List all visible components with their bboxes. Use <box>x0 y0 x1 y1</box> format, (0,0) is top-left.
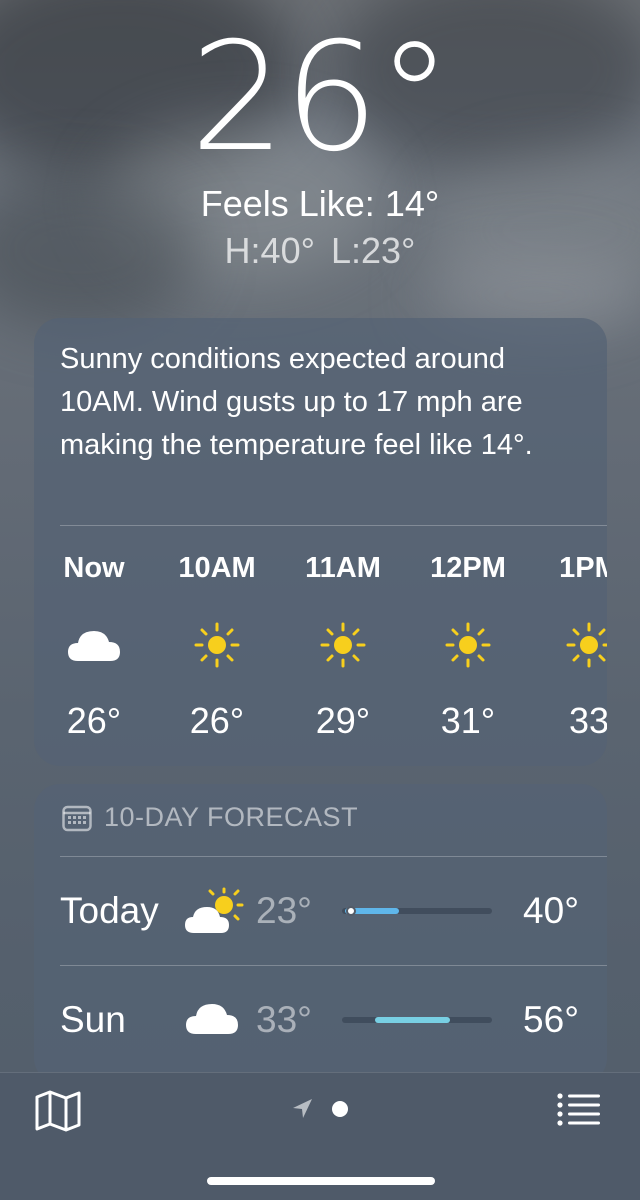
ten-day-forecast-card[interactable]: 10-DAY FORECAST Today 23° 40° Sun 33° 56… <box>34 784 607 1084</box>
hour-temp: 26° <box>66 700 122 741</box>
hour-item-12pm: 12PM 31° <box>413 550 523 742</box>
conditions-summary: Sunny conditions expected around 10AM. W… <box>60 338 595 467</box>
cloud-icon <box>39 620 149 670</box>
temperature-range-bar <box>342 1017 492 1023</box>
temperature-range-bar <box>342 906 492 916</box>
hour-label: 10AM <box>178 552 256 584</box>
home-indicator[interactable] <box>207 1177 435 1185</box>
hour-item-now: Now 26° <box>39 550 149 742</box>
location-page-indicator[interactable] <box>290 1097 360 1123</box>
calendar-icon <box>62 805 92 831</box>
hour-item-1pm: 1PM 33 <box>534 550 607 742</box>
locations-list-button[interactable] <box>556 1091 604 1131</box>
forecast-high: 56° <box>523 999 579 1040</box>
summary-text: Sunny conditions expected around 10AM. W… <box>60 343 533 461</box>
hourly-forecast-card[interactable]: Sunny conditions expected around 10AM. W… <box>34 318 607 766</box>
sun-icon <box>413 620 523 670</box>
hourly-divider <box>60 525 607 526</box>
page-dot-icon <box>332 1101 348 1117</box>
hour-label: Now <box>63 552 125 584</box>
hour-label: 11AM <box>305 552 381 584</box>
list-icon <box>557 1093 600 1126</box>
forecast-row-today[interactable]: Today 23° 40° <box>34 857 607 965</box>
forecast-title: 10-DAY FORECAST <box>104 802 359 832</box>
hour-item-10am: 10AM 26° <box>162 550 272 742</box>
hour-temp: 31° <box>440 700 496 741</box>
map-icon <box>35 1090 81 1132</box>
forecast-day: Today <box>60 890 159 931</box>
sun-icon <box>534 620 607 670</box>
hour-label: 1PM <box>559 552 607 584</box>
hour-item-11am: 11AM 29° <box>288 550 398 742</box>
forecast-header: 10-DAY FORECAST <box>62 802 358 833</box>
map-button[interactable] <box>34 1089 86 1135</box>
hour-temp: 29° <box>315 700 371 741</box>
high-low-temperature: H:40° L:23° <box>224 230 416 271</box>
hour-label: 12PM <box>430 552 506 584</box>
forecast-low: 23° <box>256 890 312 931</box>
feels-like-temperature: Feels Like: 14° <box>200 183 440 224</box>
range-fill <box>375 1017 450 1023</box>
forecast-high: 40° <box>523 890 579 931</box>
partly-sunny-icon <box>184 887 246 940</box>
sun-icon <box>288 620 398 670</box>
cloud-icon <box>184 1000 240 1041</box>
forecast-day: Sun <box>60 999 126 1040</box>
hour-temp: 26° <box>189 700 245 741</box>
forecast-row-sun[interactable]: Sun 33° 56° <box>34 966 607 1074</box>
sun-icon <box>162 620 272 670</box>
forecast-low: 33° <box>256 999 312 1040</box>
current-temp-marker <box>346 906 356 916</box>
current-temperature: 26° <box>190 11 452 185</box>
location-arrow-icon <box>293 1099 312 1118</box>
hour-temp: 33 <box>568 700 607 741</box>
